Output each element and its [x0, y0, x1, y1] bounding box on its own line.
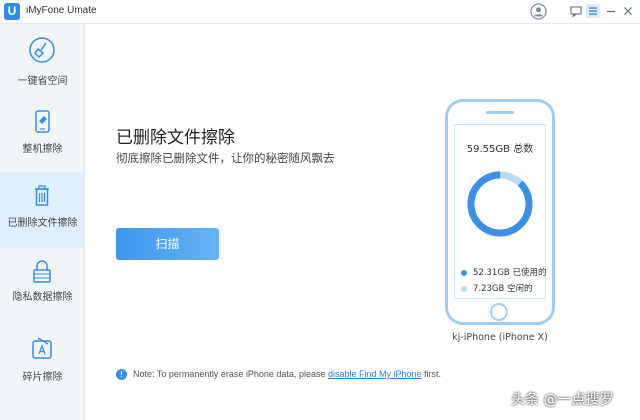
- sidebar-item-private-data[interactable]: 隐私数据擦除: [0, 252, 85, 328]
- sidebar-item-fragments[interactable]: 碎片擦除: [0, 330, 85, 406]
- sidebar-item-label: 隐私数据擦除: [12, 292, 73, 303]
- page-subtitle: 彻底擦除已删除文件，让你的秘密随风飘去: [116, 151, 335, 165]
- app-logo-icon: U: [4, 3, 20, 20]
- sidebar-item-label: 碎片擦除: [22, 372, 63, 383]
- page-title: 已删除文件擦除: [116, 128, 235, 148]
- phone-speaker: [486, 111, 514, 114]
- total-storage: 59.55GB 总数: [466, 144, 534, 155]
- storage-donut-chart: [467, 171, 533, 237]
- menu-icon[interactable]: [586, 4, 600, 18]
- legend-free-dot: [461, 285, 467, 292]
- sidebar-item-deleted-files[interactable]: 已删除文件擦除: [0, 172, 85, 248]
- note-bar: ! Note: To permanently erase iPhone data,…: [116, 369, 442, 381]
- title-bar: U iMyFone Umate: [0, 0, 640, 24]
- broom-icon: [29, 37, 55, 63]
- sidebar-item-label: 一键省空间: [17, 76, 68, 87]
- feedback-icon[interactable]: [569, 4, 583, 18]
- sidebar-item-label: 已删除文件擦除: [7, 218, 78, 229]
- device-name: kj-iPhone (iPhone X): [452, 332, 548, 343]
- legend-used-dot: [461, 269, 467, 276]
- lock-icon: [33, 260, 51, 283]
- phone-erase-icon: [35, 110, 50, 133]
- account-icon[interactable]: [530, 3, 547, 20]
- close-icon[interactable]: [621, 4, 635, 18]
- app-store-icon: [32, 337, 52, 359]
- legend-free-label: 7.23GB 空闲的: [473, 284, 533, 294]
- sidebar-item-free-space[interactable]: 一键省空间: [0, 24, 85, 100]
- disable-find-my-iphone-link[interactable]: disable Find My iPhone: [328, 369, 422, 379]
- legend-used: 52.31GB 已使用的: [461, 266, 546, 278]
- phone-home-button: [490, 303, 508, 321]
- app-title: iMyFone Umate: [26, 5, 97, 16]
- legend-used-label: 52.31GB 已使用的: [473, 268, 547, 278]
- scan-button[interactable]: 扫描: [116, 228, 219, 260]
- minimize-icon[interactable]: [604, 4, 618, 18]
- info-icon: !: [116, 369, 127, 381]
- donut-used-arc: [467, 171, 533, 237]
- sidebar: 一键省空间 整机擦除 已删除文件擦除 隐私数据擦除 碎片擦除: [0, 24, 85, 420]
- legend-free: 7.23GB 空闲的: [461, 282, 533, 294]
- app-window: U iMyFone Umate 一键省空间 整机擦除 已删除文件擦除 隐私数据擦…: [0, 0, 640, 420]
- sidebar-item-label: 整机擦除: [22, 144, 63, 155]
- sidebar-item-full-erase[interactable]: 整机擦除: [0, 100, 85, 176]
- watermark-text: 头条 @一点搜罗: [511, 392, 614, 408]
- note-text: Note: To permanently erase iPhone data, …: [133, 369, 328, 379]
- trash-icon: [35, 185, 49, 206]
- note-text-end: first.: [421, 369, 442, 379]
